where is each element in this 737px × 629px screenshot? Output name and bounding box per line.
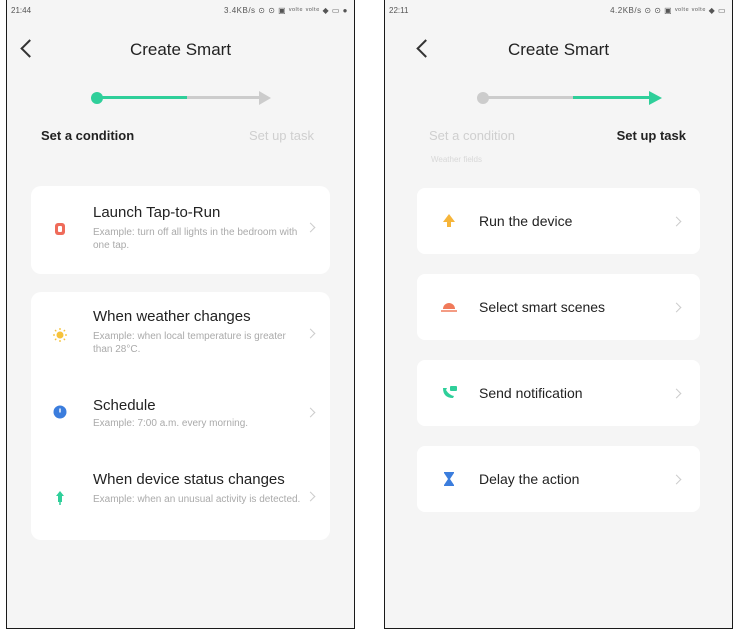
option-weather-changes[interactable]: When weather changes Example: when local… (31, 292, 330, 374)
stepper (7, 88, 354, 108)
status-icons: 3.4KB/s ⊙ ⊙ ▣ ᵛᵒˡᵗᵉ ᵛᵒˡᵗᵉ ◆ ▭ ● (224, 6, 348, 15)
step-label-condition: Set a condition (41, 128, 135, 143)
option-description: Example: when local temperature is great… (93, 331, 286, 355)
option-device-status-changes[interactable]: When device status changes Example: when… (31, 457, 330, 533)
page-title: Create Smart (129, 40, 232, 59)
step-label-condition: Set a condition (429, 128, 516, 143)
notification-icon (443, 386, 457, 398)
option-description: Example: turn off all lights in the bedr… (93, 227, 298, 251)
device-status-icon (56, 491, 64, 505)
header: Create Smart (385, 36, 732, 66)
chevron-right-icon (671, 388, 682, 399)
chevron-right-icon (305, 328, 316, 339)
task-delay-action[interactable]: Delay the action (417, 446, 700, 512)
task-run-device[interactable]: Run the device (417, 188, 700, 254)
chevron-right-icon (305, 222, 316, 233)
chevron-right-icon (305, 491, 316, 502)
status-time: 22:11 (389, 6, 409, 15)
step-line-inactive (487, 96, 573, 99)
hourglass-icon (444, 472, 454, 486)
tap-to-run-card: Launch Tap-to-Run Example: turn off all … (31, 186, 330, 274)
chevron-right-icon (671, 302, 682, 313)
chevron-right-icon (305, 407, 316, 418)
chevron-right-icon (671, 474, 682, 485)
stepper (385, 88, 732, 108)
task-select-smart-scenes[interactable]: Select smart scenes (417, 274, 700, 340)
status-bar: 22:11 4.2KB/s ⊙ ⊙ ▣ ᵛᵒˡᵗᵉ ᵛᵒˡᵗᵉ ◆ ▭ (385, 4, 732, 18)
task-title: Delay the action (479, 471, 580, 487)
task-title: Run the device (479, 213, 573, 229)
phone-screen-right: 22:11 4.2KB/s ⊙ ⊙ ▣ ᵛᵒˡᵗᵉ ᵛᵒˡᵗᵉ ◆ ▭ Crea… (384, 0, 733, 629)
step-arrow-icon (649, 91, 662, 105)
task-send-notification[interactable]: Send notification (417, 360, 700, 426)
device-icon (443, 214, 455, 227)
hand-tap-icon (55, 223, 65, 235)
step-line-inactive (187, 96, 259, 99)
option-title: When device status changes (93, 471, 285, 488)
chevron-right-icon (671, 216, 682, 227)
step-label-task: Set up task (248, 128, 314, 143)
step-label-task: Set up task (616, 128, 686, 143)
task-title: Send notification (479, 385, 583, 401)
scene-icon (441, 303, 457, 312)
status-icons: 4.2KB/s ⊙ ⊙ ▣ ᵛᵒˡᵗᵉ ᵛᵒˡᵗᵉ ◆ ▭ (610, 6, 726, 15)
status-bar: 21:44 3.4KB/s ⊙ ⊙ ▣ ᵛᵒˡᵗᵉ ᵛᵒˡᵗᵉ ◆ ▭ ● (7, 4, 354, 18)
step-arrow-icon (259, 91, 271, 105)
phone-screen-left: 21:44 3.4KB/s ⊙ ⊙ ▣ ᵛᵒˡᵗᵉ ᵛᵒˡᵗᵉ ◆ ▭ ● Cr… (6, 0, 355, 629)
step-line-active (573, 96, 649, 99)
option-title: Launch Tap-to-Run (93, 204, 221, 221)
status-time: 21:44 (11, 6, 32, 15)
option-title: Schedule (93, 397, 156, 414)
step-line-active (101, 96, 187, 99)
conditions-card: When weather changes Example: when local… (31, 292, 330, 540)
header: Create Smart (7, 36, 354, 66)
page-title: Create Smart (507, 40, 610, 59)
task-title: Select smart scenes (479, 299, 606, 315)
option-launch-tap-to-run[interactable]: Launch Tap-to-Run Example: turn off all … (31, 186, 330, 274)
option-description: Example: 7:00 a.m. every morning. (93, 418, 249, 429)
sun-icon (53, 328, 67, 342)
option-title: When weather changes (93, 308, 251, 325)
condition-hint: Weather fields (431, 155, 482, 164)
option-schedule[interactable]: Schedule Example: 7:00 a.m. every mornin… (31, 382, 330, 446)
step-labels: Set a condition Set up task (385, 128, 732, 146)
option-description: Example: when an unusual activity is det… (93, 494, 301, 505)
clock-icon (53, 405, 67, 419)
step-labels: Set a condition Set up task (7, 128, 354, 146)
